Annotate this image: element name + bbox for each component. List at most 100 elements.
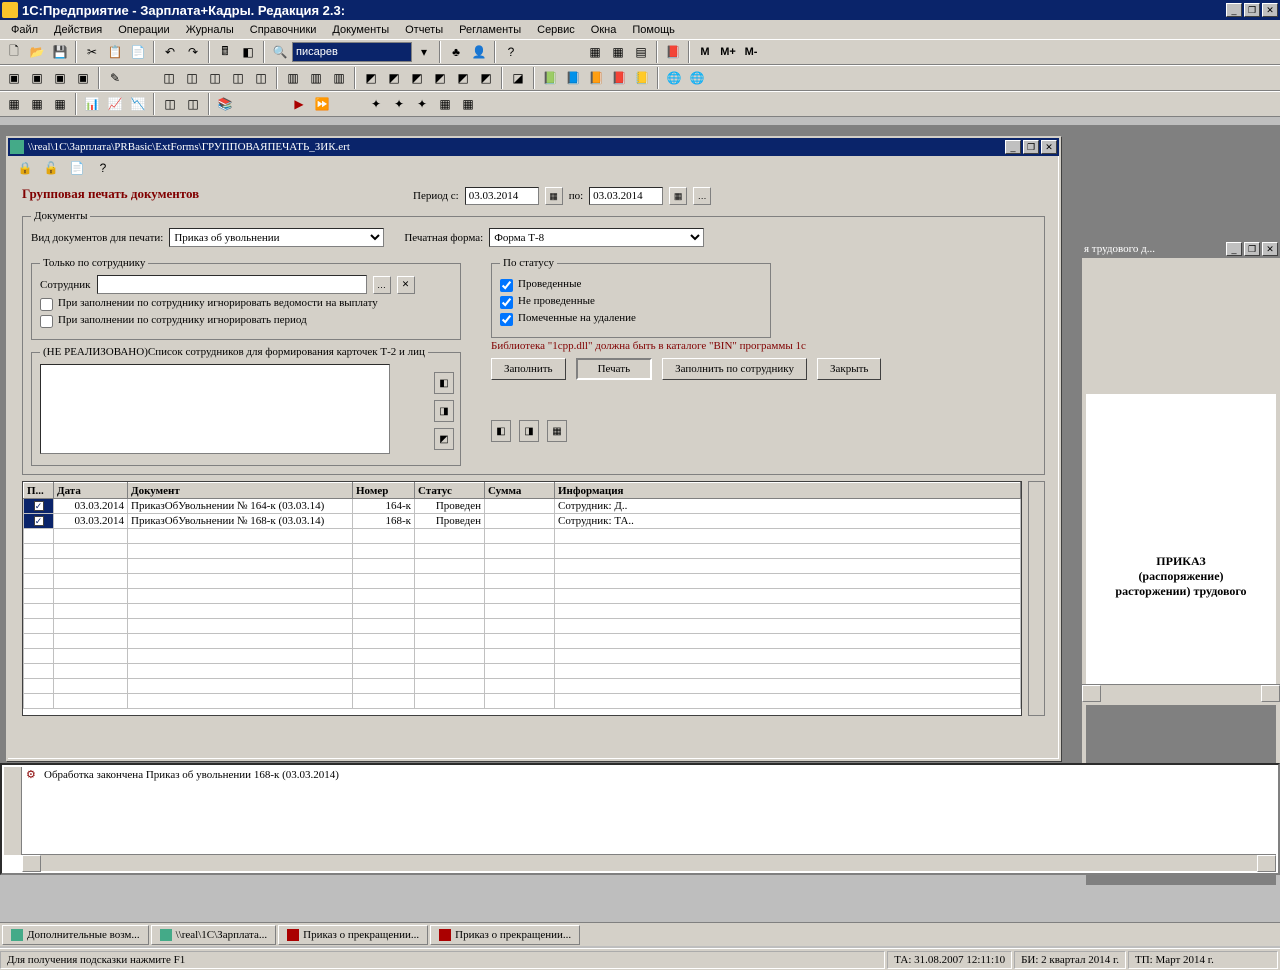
t2-d-icon[interactable]: ◩ (360, 67, 382, 89)
menu-actions[interactable]: Действия (47, 22, 109, 38)
play2-icon[interactable]: ⏩ (311, 93, 333, 115)
mplus-button[interactable]: M+ (717, 41, 739, 63)
chk-prov[interactable] (500, 279, 513, 292)
t2-a-icon[interactable]: ▥ (282, 67, 304, 89)
in-t2-icon[interactable]: 🔓 (40, 157, 62, 179)
t2-h-icon[interactable]: ◩ (452, 67, 474, 89)
print-button[interactable]: Печать (576, 358, 653, 380)
col-date[interactable]: Дата (54, 483, 128, 499)
save-icon[interactable]: 💾 (49, 41, 71, 63)
fill-emp-button[interactable]: Заполнить по сотруднику (662, 358, 807, 380)
gl2-icon[interactable]: 🌐 (686, 67, 708, 89)
tb-c-icon[interactable]: ▤ (630, 41, 652, 63)
in-t3-icon[interactable]: 📄 (66, 157, 88, 179)
doc-type-select[interactable]: Приказ об увольнении (169, 228, 384, 247)
print-form-select[interactable]: Форма Т-8 (489, 228, 704, 247)
menu-docs[interactable]: Документы (325, 22, 396, 38)
chart3-icon[interactable]: 📉 (127, 93, 149, 115)
inner-max[interactable]: ❐ (1023, 140, 1039, 154)
person-icon[interactable]: 👤 (468, 41, 490, 63)
mminus-button[interactable]: M- (740, 41, 762, 63)
pen-icon[interactable]: ✎ (104, 67, 126, 89)
table-row[interactable] (24, 634, 1021, 649)
wintab-2[interactable]: Приказ о прекращении... (278, 925, 428, 945)
inner-min[interactable]: _ (1005, 140, 1021, 154)
bk1-icon[interactable]: 📗 (539, 67, 561, 89)
t2-e-icon[interactable]: ◩ (383, 67, 405, 89)
tb-b-icon[interactable]: ▦ (607, 41, 629, 63)
list-btn2[interactable]: ◨ (434, 400, 454, 422)
tb-a-icon[interactable]: ▦ (584, 41, 606, 63)
menu-windows[interactable]: Окна (584, 22, 624, 38)
table-row[interactable] (24, 604, 1021, 619)
bk3-icon[interactable]: 📙 (585, 67, 607, 89)
t3-b-icon[interactable]: ◫ (182, 93, 204, 115)
menu-operations[interactable]: Операции (111, 22, 176, 38)
emp-select-button[interactable]: … (373, 276, 391, 294)
menu-refs[interactable]: Справочники (243, 22, 324, 38)
bk4-icon[interactable]: 📕 (608, 67, 630, 89)
t2-9-icon[interactable]: ◫ (250, 67, 272, 89)
open-icon[interactable]: 📂 (26, 41, 48, 63)
dropdown-icon[interactable]: ▾ (413, 41, 435, 63)
table-row[interactable] (24, 544, 1021, 559)
doc2-hscroll[interactable] (1082, 684, 1280, 701)
grid-tool1[interactable]: ◧ (491, 420, 511, 442)
tree-icon[interactable]: ♣ (445, 41, 467, 63)
search-combo[interactable] (292, 42, 412, 62)
menu-help[interactable]: Помощь (625, 22, 682, 38)
doc2-max[interactable]: ❐ (1244, 242, 1260, 256)
period-from-input[interactable] (465, 187, 539, 205)
table-row[interactable] (24, 529, 1021, 544)
log-hscroll[interactable] (22, 854, 1276, 871)
t2-g-icon[interactable]: ◩ (429, 67, 451, 89)
chk-ignore-ved[interactable] (40, 298, 53, 311)
new-icon[interactable]: 🗋 (3, 41, 25, 63)
col-num[interactable]: Номер (353, 483, 415, 499)
period-more-button[interactable]: … (693, 187, 711, 205)
bk5-icon[interactable]: 📒 (631, 67, 653, 89)
table-row[interactable] (24, 574, 1021, 589)
t2-6-icon[interactable]: ◫ (181, 67, 203, 89)
menu-reglam[interactable]: Регламенты (452, 22, 528, 38)
t3-e-icon[interactable]: ✦ (411, 93, 433, 115)
table-row[interactable]: ✓03.03.2014ПриказОбУвольнении № 168-к (0… (24, 514, 1021, 529)
t2-8-icon[interactable]: ◫ (227, 67, 249, 89)
m-button[interactable]: M (694, 41, 716, 63)
inner-close[interactable]: ✕ (1041, 140, 1057, 154)
table-row[interactable] (24, 589, 1021, 604)
table-row[interactable] (24, 679, 1021, 694)
table-row[interactable] (24, 619, 1021, 634)
play1-icon[interactable]: ▶ (288, 93, 310, 115)
table-row[interactable] (24, 694, 1021, 709)
col-doc[interactable]: Документ (128, 483, 353, 499)
t3-2-icon[interactable]: ▦ (26, 93, 48, 115)
grid-tool2[interactable]: ◨ (519, 420, 539, 442)
minimize-button[interactable]: _ (1226, 3, 1242, 17)
t3-g-icon[interactable]: ▦ (457, 93, 479, 115)
wintab-1[interactable]: \\real\1C\Зарплата... (151, 925, 277, 945)
fill-button[interactable]: Заполнить (491, 358, 566, 380)
col-sum[interactable]: Сумма (485, 483, 555, 499)
period-to-cal-icon[interactable]: ▦ (669, 187, 687, 205)
t3-a-icon[interactable]: ◫ (159, 93, 181, 115)
undo-icon[interactable]: ↶ (159, 41, 181, 63)
t2-j-icon[interactable]: ◪ (507, 67, 529, 89)
emp-list[interactable] (40, 364, 390, 454)
paste-icon[interactable]: 📄 (127, 41, 149, 63)
t2-f-icon[interactable]: ◩ (406, 67, 428, 89)
menu-file[interactable]: Файл (4, 22, 45, 38)
grid-vscroll[interactable] (1028, 481, 1045, 716)
menu-reports[interactable]: Отчеты (398, 22, 450, 38)
t2-i-icon[interactable]: ◩ (475, 67, 497, 89)
doc2-close[interactable]: ✕ (1262, 242, 1278, 256)
help-icon[interactable]: ? (500, 41, 522, 63)
t2-3-icon[interactable]: ▣ (49, 67, 71, 89)
chk-neprov[interactable] (500, 296, 513, 309)
cut-icon[interactable]: ✂ (81, 41, 103, 63)
close-button[interactable]: ✕ (1262, 3, 1278, 17)
wintab-3[interactable]: Приказ о прекращении... (430, 925, 580, 945)
menu-journals[interactable]: Журналы (179, 22, 241, 38)
doc2-min[interactable]: _ (1226, 242, 1242, 256)
period-from-cal-icon[interactable]: ▦ (545, 187, 563, 205)
